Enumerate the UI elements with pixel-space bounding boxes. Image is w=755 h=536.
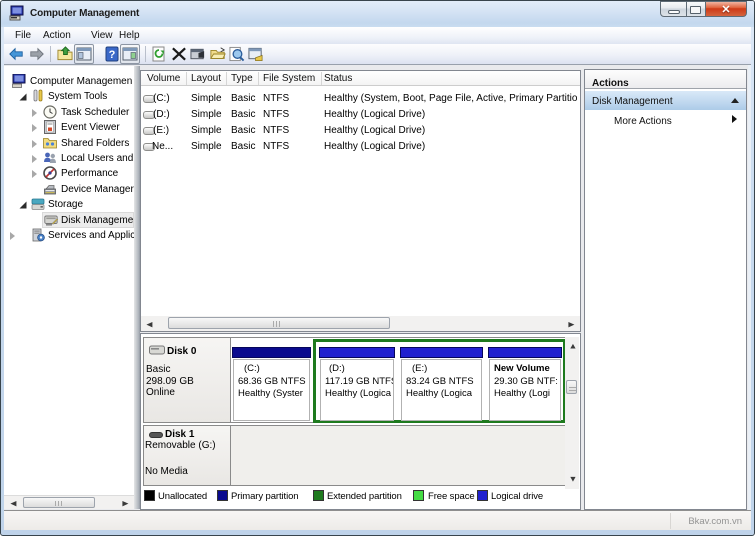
svg-text:?: ? [109, 49, 116, 61]
